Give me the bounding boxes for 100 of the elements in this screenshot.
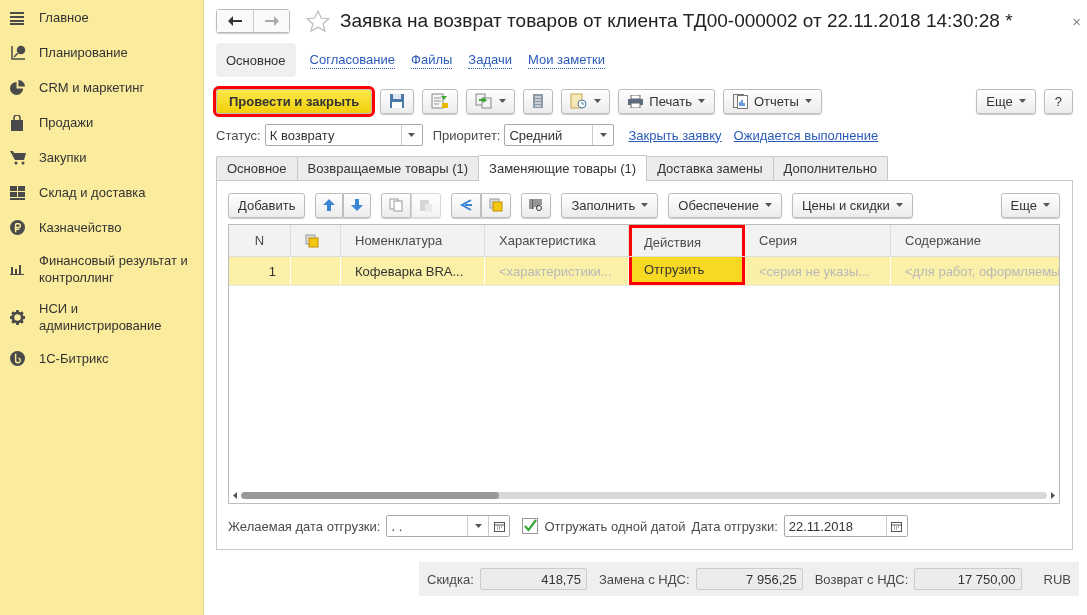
caret-icon (594, 99, 602, 103)
total-label: Замена с НДС: (598, 571, 690, 587)
column-header[interactable]: Содержание (891, 225, 1059, 256)
move-up-button[interactable] (315, 192, 344, 218)
tab[interactable]: Доставка замены (646, 156, 774, 180)
sidebar-item[interactable]: Финансовый результат и контроллинг (0, 245, 203, 293)
section-tab[interactable]: Файлы (411, 51, 453, 69)
sidebar-item[interactable]: Продажи (0, 105, 203, 140)
caret-icon (1043, 203, 1050, 207)
share-icon (459, 198, 474, 212)
list-button[interactable] (523, 88, 554, 114)
sidebar-item[interactable]: CRM и маркетинг (0, 70, 203, 105)
table-cell: <серия не указы... (745, 257, 891, 285)
boxes-icon (10, 185, 25, 200)
table-row[interactable]: 1 Кофеварка BRA... <характеристики... Отгрузить <серия не указы... <для работ, оформляемы (229, 257, 1059, 286)
desired-date-field[interactable]: . . (386, 515, 511, 537)
sidebar-item[interactable]: НСИ и администрирование (0, 293, 203, 341)
copy-button[interactable] (381, 192, 412, 218)
section-tab[interactable]: Согласование (309, 51, 395, 69)
column-header[interactable]: Номенклатура (341, 225, 485, 256)
sidebar-item[interactable]: Планирование (0, 35, 203, 70)
squares-icon (489, 198, 504, 212)
settings-icon (10, 309, 25, 325)
sidebar-item[interactable]: Закупки (0, 140, 203, 175)
arrow-left-icon (228, 16, 242, 26)
sidebar-item[interactable]: Казначейство (0, 210, 203, 245)
document-clock-icon (570, 93, 589, 109)
more-button[interactable]: Еще (976, 88, 1036, 114)
caret-icon (804, 99, 812, 103)
swirl-icon (10, 351, 25, 366)
shopping-bag-icon (10, 114, 24, 131)
status-link[interactable]: Закрыть заявку (628, 127, 722, 143)
column-header[interactable]: Серия (745, 225, 891, 256)
section-tab[interactable]: Основное (216, 43, 296, 77)
pie-chart-icon (10, 80, 25, 95)
close-button[interactable]: × (1072, 12, 1081, 30)
clipboard-icon (419, 198, 434, 212)
tab[interactable]: Дополнительно (772, 156, 889, 180)
table-cell: <для работ, оформляемы (891, 257, 1059, 285)
column-header[interactable]: N (229, 225, 291, 256)
caret-icon (499, 99, 507, 103)
table-cell: 1 (229, 257, 291, 285)
chart-icon (10, 44, 26, 61)
bar-chart-icon (10, 263, 24, 275)
column-header[interactable]: Характеристика (485, 225, 629, 256)
priority-field[interactable]: Средний (504, 124, 615, 146)
arrow-down-icon (351, 199, 364, 211)
sidebar-item[interactable]: 1С-Битрикс (0, 341, 203, 376)
tab[interactable]: Возвращаемые товары (1) (296, 156, 480, 180)
status-field[interactable]: К возврату (264, 124, 423, 146)
section-tab[interactable]: Задачи (468, 51, 512, 69)
save-button[interactable] (380, 88, 415, 114)
section-tab[interactable]: Мои заметки (528, 51, 605, 69)
cart-icon (10, 150, 26, 165)
scroll-right-icon (1051, 491, 1055, 499)
sidebar-item[interactable]: Склад и доставка (0, 175, 203, 210)
total-field: 17 750,00 (914, 568, 1022, 590)
menu-icon (10, 10, 24, 25)
status-link[interactable]: Ожидается выполнение (733, 127, 879, 143)
scroll-left-icon (233, 491, 237, 499)
more-button[interactable]: Еще (1000, 192, 1060, 218)
tab[interactable]: Заменяющие товары (1) (478, 155, 648, 181)
move-down-button[interactable] (343, 192, 372, 218)
priority-label: Приоритет: (432, 127, 501, 143)
tab[interactable]: Основное (216, 156, 298, 180)
ship-date-field[interactable]: 22.11.2018 (783, 515, 908, 537)
table-cell: Кофеварка BRA... (341, 257, 485, 285)
printer-icon (628, 94, 644, 108)
ship-date-label: Дата отгрузки: (691, 518, 778, 534)
caret-icon (1018, 99, 1026, 103)
ruble-coin-icon (10, 220, 25, 235)
share-button[interactable] (451, 192, 482, 218)
copy-icon (389, 198, 404, 212)
menu-button[interactable]: Обеспечение (668, 192, 782, 218)
caret-icon (408, 133, 416, 137)
checkbox[interactable] (522, 518, 539, 534)
window-title: Заявка на возврат товаров от клиента ТД00-000002 от 22.11.2018 14:30:28 * (340, 10, 1014, 32)
desired-date-label: Желаемая дата отгрузки: (228, 518, 381, 534)
create-based-on-button[interactable] (466, 88, 516, 114)
reports-button[interactable]: Отчеты (722, 88, 822, 114)
menu-button[interactable]: Заполнить (561, 192, 659, 218)
arrow-up-icon (323, 199, 336, 211)
sidebar-item[interactable]: Главное (0, 0, 203, 35)
add-button[interactable]: Добавить (228, 192, 306, 218)
help-button[interactable]: ? (1043, 88, 1073, 114)
selection-button[interactable] (481, 192, 512, 218)
print-button[interactable]: Печать (618, 88, 715, 114)
star-icon[interactable] (306, 10, 330, 32)
back-button[interactable] (217, 10, 253, 32)
document-clock-button[interactable] (561, 88, 611, 114)
documents-arrow-icon (475, 93, 494, 109)
post-and-close-button[interactable]: Провести и закрыть (216, 88, 373, 114)
calendar-icon (493, 520, 505, 532)
total-label: Возврат с НДС: (814, 571, 909, 587)
paste-button[interactable] (411, 192, 442, 218)
total-field: 7 956,25 (695, 568, 803, 590)
barcode-search-button[interactable] (521, 192, 552, 218)
menu-button[interactable]: Цены и скидки (791, 192, 913, 218)
total-field: 418,75 (479, 568, 587, 590)
post-document-button[interactable] (422, 88, 459, 114)
